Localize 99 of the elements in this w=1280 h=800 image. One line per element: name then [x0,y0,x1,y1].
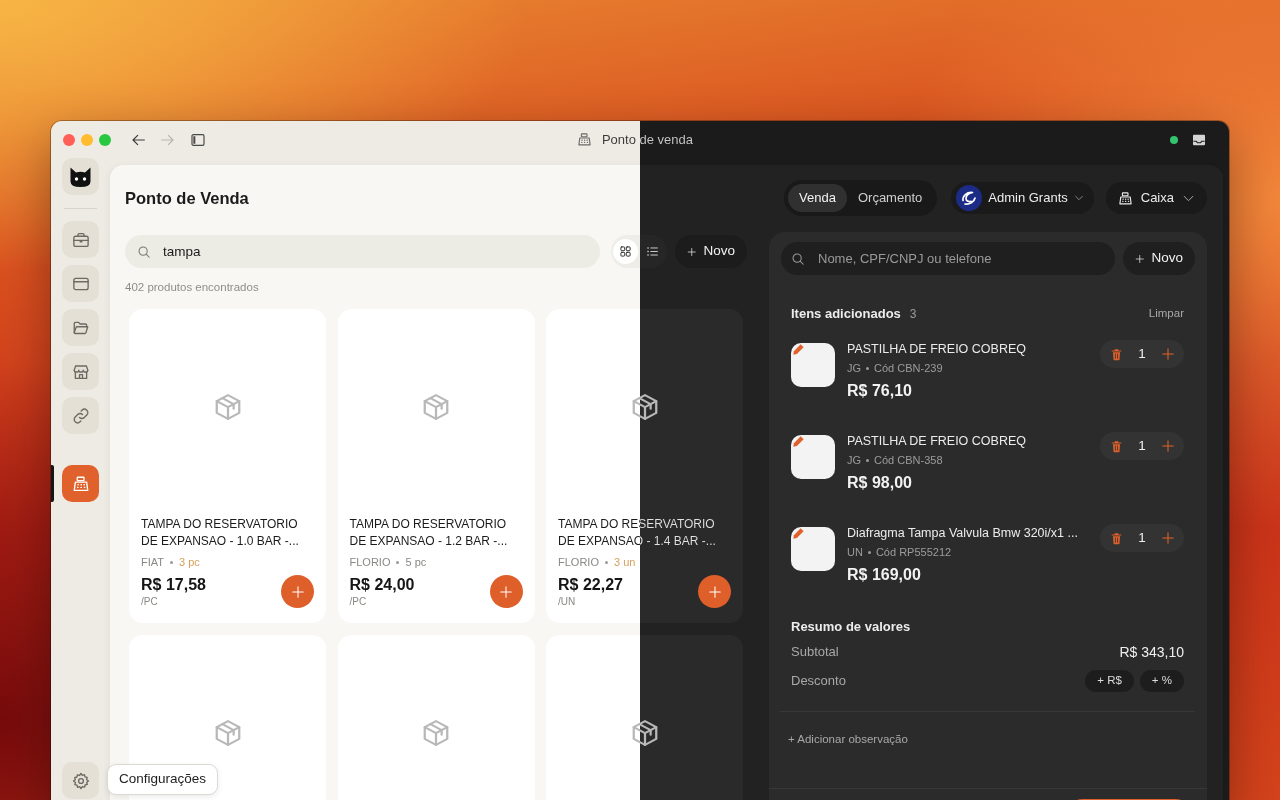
separator-dot-icon [604,560,608,564]
status-dot-icon [1170,135,1178,144]
mode-tab[interactable]: Orçamento [846,184,934,212]
new-customer-button[interactable]: Novo [1123,242,1195,275]
add-to-cart-button[interactable] [489,575,523,608]
sidebar-item[interactable] [62,397,99,434]
trash-icon[interactable] [1110,347,1123,361]
cart-title: Itens adicionados [791,306,901,322]
clear-cart-button[interactable]: Limpar [1148,305,1184,323]
link-icon [71,406,90,425]
item-unit: JG [847,453,862,467]
list-icon [646,245,659,258]
settings-icon [71,771,90,790]
grid-icon [619,245,632,258]
add-note-link[interactable]: + Adicionar observação [788,731,908,747]
mode-tab[interactable]: Venda [788,184,847,212]
cash-register-icon [71,474,90,493]
chevron-down-icon [1073,193,1084,203]
product-brand: FLORIO [558,555,599,569]
plus-icon[interactable] [1161,347,1175,361]
item-unit: UN [847,545,863,559]
cash-register-icon [576,132,592,147]
item-unit: JG [847,361,862,375]
product-price: R$ 22,27 [558,575,623,595]
sidebar-item[interactable] [62,221,99,258]
product-name: TAMPA DO RESERVATORIO DE EXPANSAO - 1.2 BAR -... [349,516,509,550]
grid-view-button[interactable] [613,239,638,264]
product-price: R$ 17,58 [141,575,206,595]
search-icon [791,252,805,266]
item-name: Diafragma Tampa Valvula Bmw 320i/x1 ... [847,525,1079,542]
quantity-value: 1 [1138,528,1146,547]
item-code: Cód CBN-358 [874,453,943,467]
briefcase-icon [71,230,90,249]
new-product-button[interactable]: Novo [675,235,747,268]
price-unit: /PC [141,596,159,608]
product-price: R$ 24,00 [349,575,415,595]
trash-icon[interactable] [1110,439,1123,453]
plus-icon [499,584,513,599]
discount-button[interactable]: + R$ [1085,670,1134,692]
add-to-cart-button[interactable] [698,575,731,608]
page-title: Ponto de Venda [125,188,249,209]
plus-icon [290,584,305,599]
settings-button[interactable] [62,762,99,799]
separator-dot-icon [867,550,871,554]
settings-tooltip: Configurações [107,764,219,795]
discount-button[interactable]: + % [1139,670,1184,692]
stock-quantity: 5 pc [405,555,427,569]
selection-indicator [51,465,54,502]
product-brand: FLORIO [349,555,391,569]
pencil-icon[interactable] [792,527,805,540]
item-price: R$ 76,10 [847,381,913,401]
sidebar-item[interactable] [62,465,99,502]
stock-quantity: 3 un [613,555,636,569]
item-count: 3 [909,306,917,323]
user-menu-button[interactable]: Admin Grants [951,182,1094,214]
quantity-value: 1 [1138,436,1146,455]
sidebar-item[interactable] [62,353,99,390]
photo-placeholder [791,435,835,479]
separator-dot-icon [866,366,870,370]
product-name: TAMPA DO RESERVATORIO DE EXPANSAO - 1.0 BAR -... [141,516,300,550]
trash-icon[interactable] [1110,531,1123,545]
stock-quantity: 3 pc [179,555,200,569]
item-code: Cód RP555212 [875,545,952,559]
summary-title: Resumo de valores [791,619,912,635]
item-code: Cód CBN-239 [874,361,943,375]
subtotal-value: R$ 343,10 [1119,642,1184,662]
plus-icon[interactable] [1161,439,1175,453]
sidebar-toggle-icon[interactable] [190,131,206,148]
store-icon [71,362,90,381]
pencil-icon[interactable] [792,435,805,448]
pencil-icon[interactable] [792,343,805,356]
search-icon [137,245,151,259]
avatar-icon [956,185,983,211]
price-unit: /UN [558,596,577,608]
separator-dot-icon [866,458,870,462]
product-brand: FIAT [141,555,164,569]
search-field[interactable]: tampa [125,235,600,268]
photo-placeholder [791,343,835,387]
separator-dot-icon [396,560,400,564]
price-unit: /PC [349,596,368,608]
separator-dot-icon [170,560,173,564]
subtotal-label: Subtotal [791,643,839,662]
customer-search-field[interactable]: Nome, CPF/CNPJ ou telefone [781,242,1115,275]
item-price: R$ 98,00 [847,473,913,493]
register-menu-button[interactable]: Caixa [1105,182,1207,214]
item-name: PASTILHA DE FREIO COBREQ [847,433,1027,450]
cash-register-icon [1117,190,1133,206]
photo-placeholder [791,527,835,571]
item-name: PASTILHA DE FREIO COBREQ [847,341,1027,358]
quantity-value: 1 [1138,344,1146,363]
item-price: R$ 169,00 [847,565,922,585]
plus-icon[interactable] [1161,531,1175,545]
close-window-button[interactable] [63,133,75,146]
add-to-cart-button[interactable] [281,575,314,608]
cat-logo-icon[interactable] [62,158,99,195]
sidebar-item[interactable] [62,265,99,302]
discount-label: Desconto [791,672,846,691]
sidebar-item[interactable] [62,309,99,346]
plus-icon [707,584,722,599]
